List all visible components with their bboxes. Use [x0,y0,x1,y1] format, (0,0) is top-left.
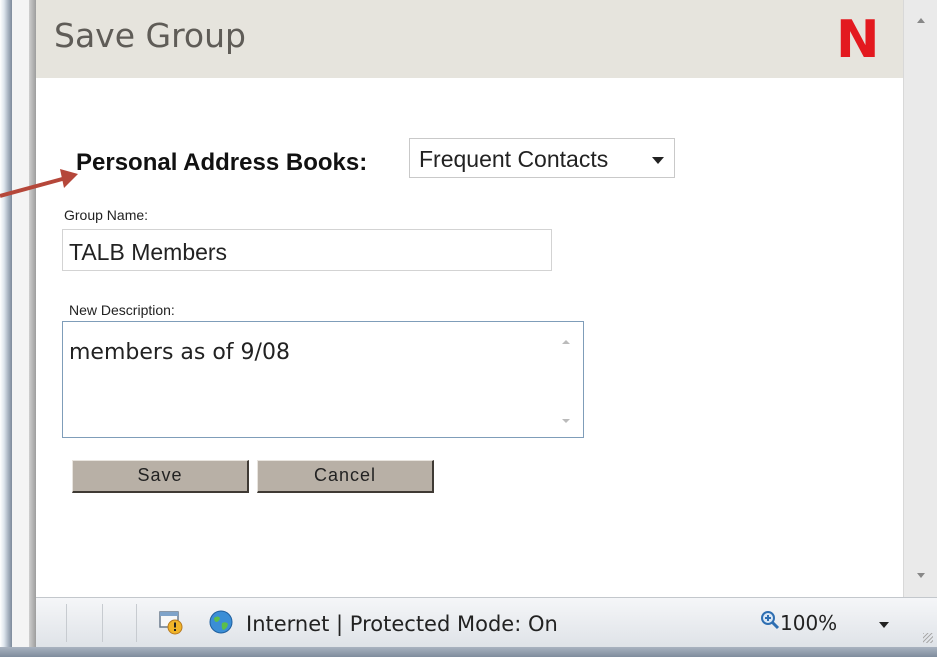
status-separator [66,604,67,642]
dialog-page: Save Group N Personal Address Books: Fre… [36,0,903,597]
novell-logo: N [836,10,880,70]
chevron-down-icon [652,157,664,164]
scroll-down-icon[interactable] [917,573,925,578]
cancel-button[interactable]: Cancel [257,460,434,493]
description-text: members as of 9/08 [69,340,290,365]
security-zone-text[interactable]: Internet | Protected Mode: On [246,612,558,636]
address-book-label: Personal Address Books: [76,149,368,176]
annotation-arrow [0,169,78,198]
zoom-chevron-down-icon[interactable] [879,622,889,628]
address-book-select[interactable]: Frequent Contacts [409,138,675,178]
scroll-up-icon[interactable] [917,18,925,23]
description-textarea[interactable]: members as of 9/08 [62,321,584,438]
vertical-scrollbar[interactable] [903,0,937,597]
resize-grip[interactable] [923,633,933,643]
window-frame-bottom [0,647,937,657]
zoom-level[interactable]: 100% [780,611,837,635]
save-button[interactable]: Save [72,460,249,493]
description-label: New Description: [69,302,175,318]
zoom-icon[interactable] [760,610,780,630]
status-bar: Internet | Protected Mode: On 100% [36,597,937,647]
globe-icon [209,610,233,634]
address-book-selected-value: Frequent Contacts [419,146,609,172]
status-separator [102,604,103,642]
status-separator [136,604,137,642]
dialog-title-bar: Save Group N [36,0,903,78]
textarea-scroll-down-icon[interactable] [562,419,570,423]
group-name-input[interactable]: TALB Members [62,229,552,271]
protected-mode-warning-icon[interactable] [158,609,184,635]
textarea-scroll-up-icon[interactable] [562,340,570,344]
